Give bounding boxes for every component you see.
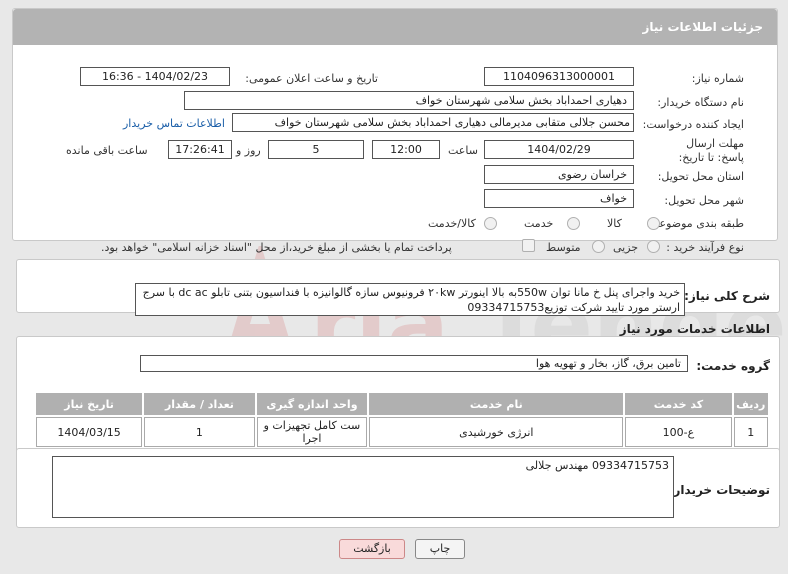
announce-label: تاریخ و ساعت اعلان عمومی: [245, 72, 378, 85]
category-option-goods: کالا [607, 217, 622, 230]
announce-datetime-field[interactable]: 1404/02/23 - 16:36 [80, 67, 230, 86]
service-group-field[interactable]: تامین برق، گاز، بخار و تهویه هوا [140, 355, 688, 372]
deadline-label: مهلت ارسال پاسخ: تا تاریخ: [678, 137, 744, 164]
city-field[interactable]: خواف [484, 189, 634, 208]
days-field[interactable]: 5 [268, 140, 364, 159]
description-label: شرح کلی نیاز: [684, 289, 770, 303]
deadline-time-label: ساعت [448, 144, 478, 157]
panel-title: جزئیات اطلاعات نیاز [13, 9, 777, 45]
creator-label: ایجاد کننده درخواست: [642, 118, 744, 131]
province-field[interactable]: خراسان رضوی [484, 165, 634, 184]
buyer-notes-field[interactable]: 09334715753 مهندس جلالی [52, 456, 674, 518]
description-field[interactable]: خرید واجرای پنل خ مانا توان 550wبه بالا … [135, 283, 685, 316]
process-label: نوع فرآیند خرید : [666, 241, 744, 254]
service-group-label: گروه خدمت: [696, 359, 770, 373]
cell-service-name: انرژی خورشیدی [369, 417, 624, 447]
cell-row-number: 1 [733, 417, 768, 447]
col-unit: واحد اندازه گیری [256, 393, 368, 415]
table-row[interactable]: 1 ع-100 انرژی خورشیدی ست کامل تجهیزات و … [36, 417, 768, 447]
days-label: روز و [236, 144, 261, 157]
payment-note: پرداخت تمام یا بخشی از مبلغ خرید،از محل … [101, 241, 452, 254]
category-label: طبقه بندی موضوعی: [646, 217, 744, 230]
buyer-contact-link[interactable]: اطلاعات تماس خریدار [123, 117, 225, 130]
remaining-time-field[interactable]: 17:26:41 [168, 140, 232, 159]
cell-need-date: 1404/03/15 [36, 417, 143, 447]
process-radio-minor[interactable] [647, 240, 660, 253]
process-option-minor: جزیی [613, 241, 639, 254]
category-radio-goods[interactable] [647, 217, 660, 230]
treasury-payment-checkbox[interactable] [522, 239, 535, 252]
deadline-time-field[interactable]: 12:00 [372, 140, 440, 159]
buyer-org-field[interactable]: دهیاری احمداباد بخش سلامی شهرستان خواف [184, 91, 634, 110]
need-number-label: شماره نیاز: [691, 72, 744, 85]
province-label: استان محل تحویل: [657, 170, 744, 183]
col-service-code: کد خدمت [625, 393, 732, 415]
category-radio-service[interactable] [567, 217, 580, 230]
print-button[interactable]: چاپ [415, 539, 465, 559]
category-option-service: خدمت [524, 217, 554, 230]
back-button[interactable]: بازگشت [339, 539, 405, 559]
services-table: ردیف کد خدمت نام خدمت واحد اندازه گیری ت… [34, 391, 770, 449]
cell-service-code: ع-100 [625, 417, 732, 447]
cell-unit: ست کامل تجهیزات و اجرا [256, 417, 368, 447]
buyer-org-label: نام دستگاه خریدار: [657, 96, 744, 109]
category-option-goods-service: کالا/خدمت [428, 217, 476, 230]
deadline-date-field[interactable]: 1404/02/29 [484, 140, 634, 159]
services-section-title: اطلاعات خدمات مورد نیاز [619, 322, 770, 336]
city-label: شهر محل تحویل: [664, 194, 744, 207]
process-radio-medium[interactable] [592, 240, 605, 253]
services-header-row: ردیف کد خدمت نام خدمت واحد اندازه گیری ت… [36, 393, 768, 415]
need-number-field[interactable]: 1104096313000001 [484, 67, 634, 86]
creator-field[interactable]: محسن جلالی متقابی مدیرمالی دهیاری احمداب… [232, 113, 634, 132]
col-quantity: تعداد / مقدار [144, 393, 255, 415]
category-radio-goods-service[interactable] [484, 217, 497, 230]
col-service-name: نام خدمت [369, 393, 624, 415]
process-option-medium: متوسط [546, 241, 581, 254]
buyer-notes-label: توضیحات خریدار: [668, 483, 770, 497]
col-row-number: ردیف [733, 393, 768, 415]
cell-quantity: 1 [144, 417, 255, 447]
remaining-label: ساعت باقی مانده [66, 144, 148, 157]
col-need-date: تاریخ نیاز [36, 393, 143, 415]
